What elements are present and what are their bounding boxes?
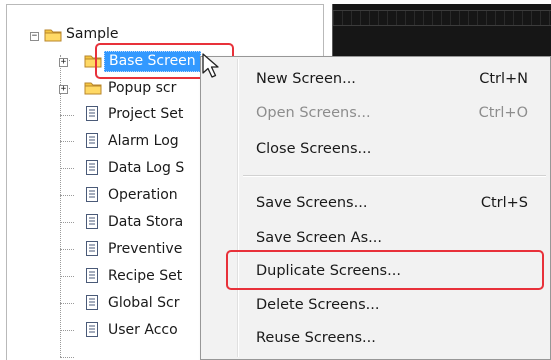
tree-item-global-script[interactable]: Global Scr bbox=[108, 295, 179, 311]
menu-item-label: Save Screen As... bbox=[256, 230, 382, 246]
folder-icon bbox=[84, 82, 102, 95]
document-icon bbox=[86, 160, 98, 175]
collapse-toggle-icon[interactable]: − bbox=[30, 32, 39, 41]
menu-item-label: Open Screens... bbox=[256, 105, 371, 121]
tree-connector-line bbox=[60, 357, 74, 358]
tree-connector-line bbox=[60, 222, 74, 223]
expand-toggle-icon[interactable]: + bbox=[59, 85, 68, 94]
document-icon bbox=[86, 322, 98, 337]
editor-ruler bbox=[333, 10, 551, 26]
tree-item-popup-screen[interactable]: Popup scr bbox=[108, 80, 176, 96]
menu-item-label: Duplicate Screens... bbox=[256, 263, 401, 279]
tree-item-base-screen[interactable]: Base Screen bbox=[104, 51, 201, 72]
expand-toggle-icon[interactable]: + bbox=[59, 58, 68, 67]
document-icon bbox=[86, 133, 98, 148]
menu-item-reuse-screens[interactable]: Reuse Screens... bbox=[201, 322, 550, 356]
document-icon bbox=[86, 241, 98, 256]
tree-connector-line bbox=[60, 276, 74, 277]
menu-item-close-screens[interactable]: Close Screens... bbox=[201, 133, 550, 167]
menu-item-save-screen-as[interactable]: Save Screen As... bbox=[201, 222, 550, 256]
menu-item-shortcut: Ctrl+S bbox=[480, 195, 528, 211]
tree-connector-line bbox=[60, 303, 74, 304]
tree-root-label[interactable]: Sample bbox=[66, 26, 119, 42]
tree-item-data-storage[interactable]: Data Stora bbox=[108, 214, 183, 230]
tree-item-operation[interactable]: Operation bbox=[108, 187, 178, 203]
menu-item-shortcut: Ctrl+O bbox=[478, 105, 528, 121]
folder-icon bbox=[84, 55, 102, 68]
menu-item-label: Reuse Screens... bbox=[256, 330, 376, 346]
document-icon bbox=[86, 268, 98, 283]
context-menu: New Screen... Ctrl+N Open Screens... Ctr… bbox=[200, 56, 551, 360]
menu-item-label: New Screen... bbox=[256, 71, 356, 87]
document-icon bbox=[86, 106, 98, 121]
tree-item-alarm-log[interactable]: Alarm Log bbox=[108, 133, 179, 149]
menu-item-label: Delete Screens... bbox=[256, 297, 380, 313]
document-icon bbox=[86, 187, 98, 202]
menu-separator bbox=[243, 175, 546, 177]
menu-item-delete-screens[interactable]: Delete Screens... bbox=[201, 289, 550, 323]
menu-item-duplicate-screens[interactable]: Duplicate Screens... bbox=[201, 255, 550, 289]
tree-connector-line bbox=[60, 168, 74, 169]
tree-connector-line bbox=[60, 55, 61, 357]
mouse-cursor-icon bbox=[202, 53, 219, 78]
menu-item-label: Save Screens... bbox=[256, 195, 368, 211]
tree-item-user-account[interactable]: User Acco bbox=[108, 322, 178, 338]
tree-connector-line bbox=[60, 249, 74, 250]
document-icon bbox=[86, 295, 98, 310]
tree-connector-line bbox=[60, 115, 74, 116]
menu-item-label: Close Screens... bbox=[256, 141, 372, 157]
tree-item-preventive[interactable]: Preventive bbox=[108, 241, 182, 257]
folder-icon bbox=[44, 29, 62, 42]
tree-connector-line bbox=[60, 330, 74, 331]
menu-item-save-screens[interactable]: Save Screens... Ctrl+S bbox=[201, 187, 550, 221]
tree-item-project-settings[interactable]: Project Set bbox=[108, 106, 183, 122]
tree-connector-line bbox=[60, 141, 74, 142]
tree-item-recipe-settings[interactable]: Recipe Set bbox=[108, 268, 182, 284]
menu-item-open-screens[interactable]: Open Screens... Ctrl+O bbox=[201, 97, 550, 131]
menu-item-shortcut: Ctrl+N bbox=[479, 71, 528, 87]
tree-item-data-log[interactable]: Data Log S bbox=[108, 160, 184, 176]
menu-item-new-screen[interactable]: New Screen... Ctrl+N bbox=[201, 63, 550, 97]
document-icon bbox=[86, 214, 98, 229]
tree-connector-line bbox=[60, 195, 74, 196]
